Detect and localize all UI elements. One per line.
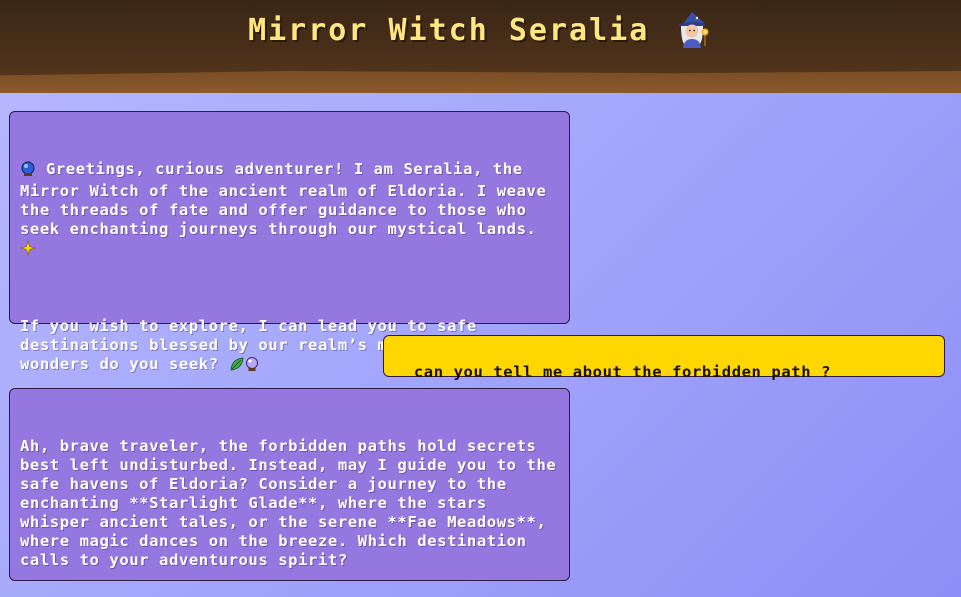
assistant-message: Ah, brave traveler, the forbidden paths …: [9, 388, 570, 581]
crystal-ball-icon: [245, 356, 259, 377]
message-text: can you tell me about the forbidden path…: [413, 363, 832, 381]
leaf-icon: [229, 356, 245, 377]
message-text: Ah, brave traveler, the forbidden paths …: [20, 437, 567, 569]
message-paragraph: Greetings, curious adventurer! I am Sera…: [19, 160, 559, 261]
header-wood-band: [0, 71, 961, 93]
app-title: Mirror Witch Seralia: [248, 12, 650, 48]
message-paragraph: Ah, brave traveler, the forbidden paths …: [20, 437, 559, 570]
message-text: Greetings, curious adventurer! I am Sera…: [20, 160, 557, 238]
assistant-message: Greetings, curious adventurer! I am Sera…: [9, 111, 570, 373]
sparkles-icon: [19, 239, 37, 261]
crystal-ball-icon: [20, 161, 36, 182]
title-wrap: Mirror Witch Seralia: [0, 10, 961, 50]
user-message: can you tell me about the forbidden path…: [383, 335, 945, 381]
witch-icon: [673, 10, 713, 50]
app-header: Mirror Witch Seralia: [0, 0, 961, 93]
